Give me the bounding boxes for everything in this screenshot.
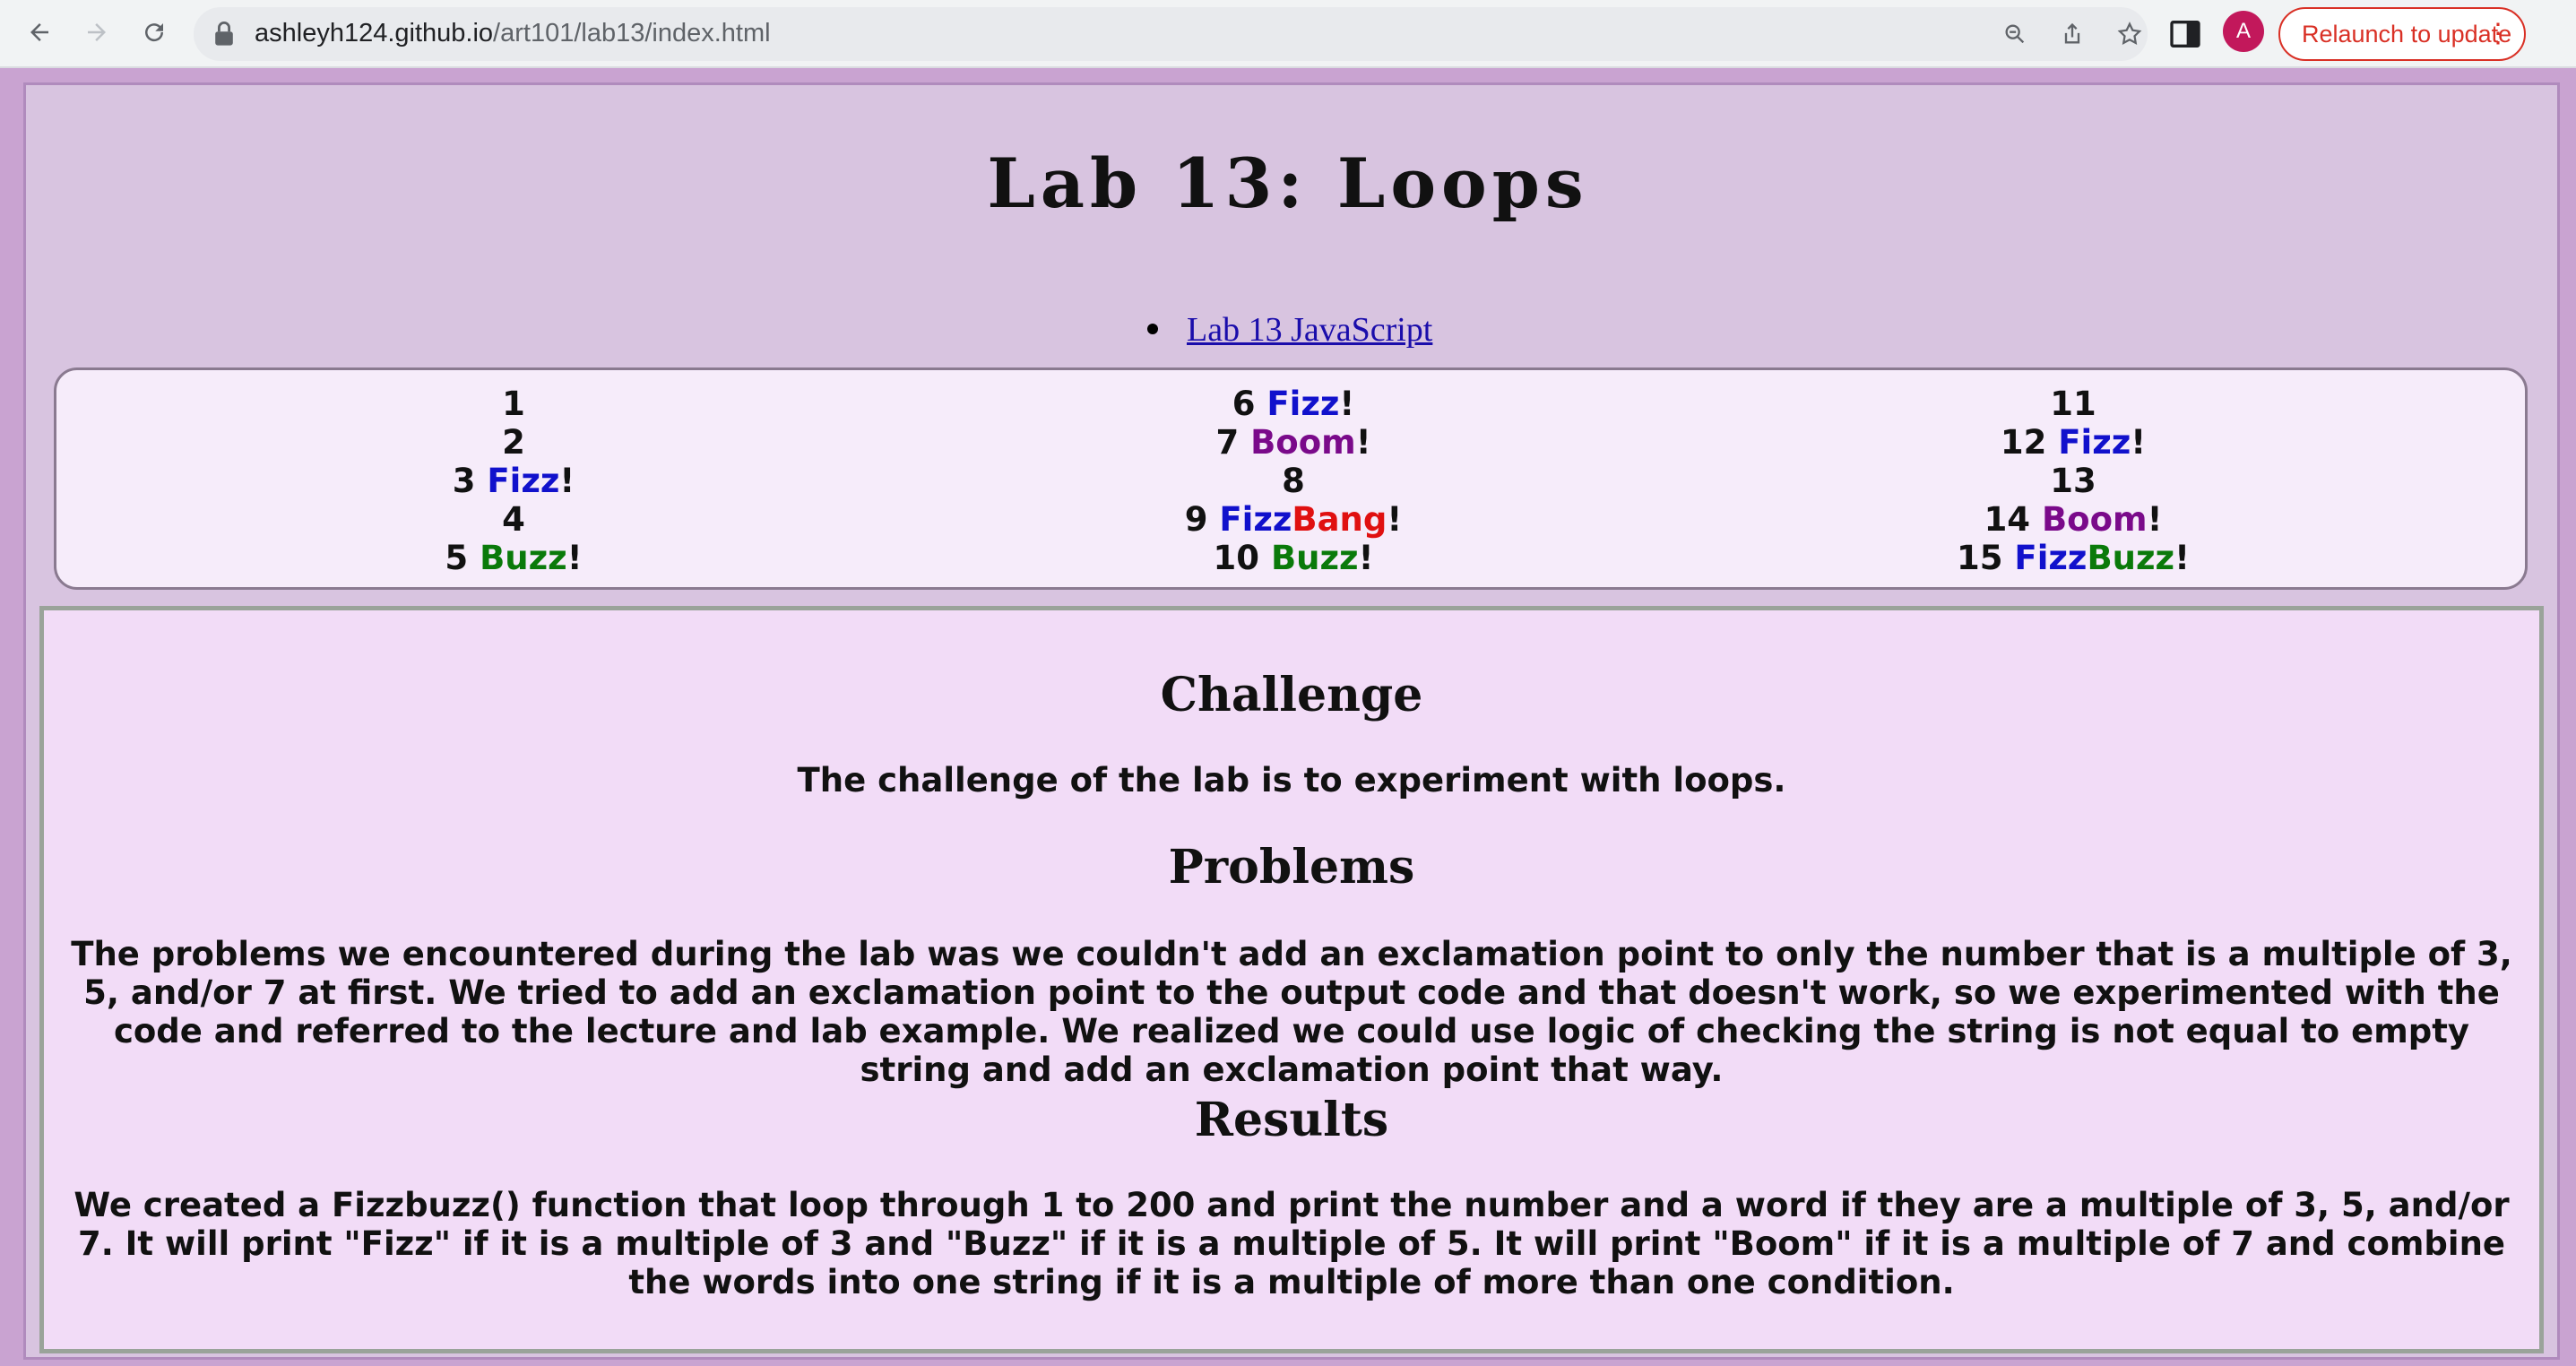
output-exclamation: ! <box>559 462 575 500</box>
output-line: 10 Buzz! <box>881 539 1706 577</box>
menu-dots-icon: ⋮ <box>2485 19 2511 48</box>
output-line: 9 FizzBang! <box>881 500 1706 539</box>
output-exclamation: ! <box>1339 385 1355 423</box>
output-line: 14 Boom! <box>1661 500 2485 539</box>
results-heading: Results <box>1194 1093 1389 1147</box>
side-panel-icon[interactable] <box>2167 16 2203 52</box>
output-exclamation: ! <box>1358 539 1374 577</box>
bullet-icon <box>1147 324 1158 335</box>
output-line: 11 <box>1661 385 2485 423</box>
output-exclamation: ! <box>2147 500 2163 539</box>
zoom-icon <box>2005 24 2025 44</box>
output-word: Boom <box>1250 423 1356 462</box>
reload-icon <box>145 23 164 42</box>
output-word: Buzz <box>2087 539 2175 577</box>
back-button[interactable] <box>20 13 59 52</box>
output-number: 15 <box>1957 539 2003 577</box>
challenge-heading: Challenge <box>1160 668 1423 722</box>
bookmark-button[interactable] <box>2114 18 2146 50</box>
browser-toolbar: ashleyh124.github.io/art101/lab13/index.… <box>0 0 2576 68</box>
output-word: Fizz <box>2058 423 2131 462</box>
lab-js-link[interactable]: Lab 13 JavaScript <box>1187 311 1432 349</box>
output-word: Fizz <box>2014 539 2088 577</box>
output-word: Boom <box>2041 500 2148 539</box>
arrow-right-icon <box>88 23 106 41</box>
results-text: We created a Fizzbuzz() function that lo… <box>73 1186 2510 1301</box>
output-line: 6 Fizz! <box>881 385 1706 423</box>
output-word: Buzz <box>1270 539 1359 577</box>
output-exclamation: ! <box>566 539 583 577</box>
output-exclamation: ! <box>2174 539 2190 577</box>
output-word: Fizz <box>1266 385 1340 423</box>
output-number: 10 <box>1213 539 1260 577</box>
notes-section: Challenge The challenge of the lab is to… <box>39 606 2544 1353</box>
output-number: 11 <box>2050 385 2096 423</box>
output-number: 9 <box>1184 500 1208 539</box>
share-icon <box>2064 22 2080 44</box>
star-icon <box>2117 22 2142 45</box>
challenge-text: The challenge of the lab is to experimen… <box>797 761 1786 800</box>
forward-button[interactable] <box>77 13 117 52</box>
output-line: 8 <box>881 462 1706 500</box>
problems-heading: Problems <box>1168 840 1415 895</box>
page-title: Lab 13: Loops <box>987 143 1589 223</box>
output-word: Fizz <box>1219 500 1292 539</box>
relaunch-button[interactable]: Relaunch to update ⋮ <box>2278 7 2526 61</box>
output-number: 8 <box>1282 462 1305 500</box>
output-word: Fizz <box>487 462 560 500</box>
output-line: 12 Fizz! <box>1661 423 2485 462</box>
output-line: 15 FizzBuzz! <box>1661 539 2485 577</box>
output-number: 4 <box>502 500 525 539</box>
reload-button[interactable] <box>134 13 174 52</box>
share-button[interactable] <box>2056 18 2088 50</box>
output-column: 11 12 Fizz! 13 14 Boom! 15 FizzBuzz! <box>1661 385 2485 577</box>
output-column: 6 Fizz! 7 Boom! 8 9 FizzBang! 10 Buzz! <box>881 385 1706 577</box>
output-number: 13 <box>2050 462 2096 500</box>
output-exclamation: ! <box>2131 423 2147 462</box>
output-number: 7 <box>1215 423 1240 462</box>
relaunch-label: Relaunch to update <box>2302 20 2512 48</box>
output-word: Buzz <box>480 539 567 577</box>
output-line: 13 <box>1661 462 2485 500</box>
output-line: 2 <box>101 423 926 462</box>
output-number: 1 <box>502 385 525 423</box>
output-column: 123 Fizz! 4 5 Buzz! <box>101 385 926 577</box>
output-word: Bang <box>1292 500 1387 539</box>
nav-list: Lab 13 JavaScript <box>1147 310 1432 350</box>
url-path: /art101/lab13/index.html <box>493 19 771 48</box>
output-number: 14 <box>1984 500 2031 539</box>
output-line: 3 Fizz! <box>101 462 926 500</box>
url-text: ashleyh124.github.io/art101/lab13/index.… <box>255 19 771 48</box>
output-line: 4 <box>101 500 926 539</box>
lock-icon <box>215 22 233 46</box>
output-line: 5 Buzz! <box>101 539 926 577</box>
output-number: 2 <box>502 423 525 462</box>
output-exclamation: ! <box>1387 500 1403 539</box>
output-number: 3 <box>452 462 476 500</box>
fizzbuzz-output: 123 Fizz! 4 5 Buzz! 6 Fizz! 7 Boom! 8 9 FizzB… <box>54 367 2528 590</box>
output-line: 7 Boom! <box>881 423 1706 462</box>
output-number: 12 <box>2000 423 2047 462</box>
problems-text: The problems we encountered during the l… <box>71 935 2512 1089</box>
profile-avatar[interactable]: A <box>2223 11 2264 52</box>
output-exclamation: ! <box>1355 423 1371 462</box>
output-number: 5 <box>445 539 469 577</box>
output-line: 1 <box>101 385 926 423</box>
arrow-left-icon <box>30 23 48 41</box>
address-bar[interactable]: ashleyh124.github.io/art101/lab13/index.… <box>194 7 2148 61</box>
zoom-button[interactable] <box>1999 18 2031 50</box>
output-number: 6 <box>1232 385 1256 423</box>
url-host: ashleyh124.github.io <box>255 19 494 48</box>
